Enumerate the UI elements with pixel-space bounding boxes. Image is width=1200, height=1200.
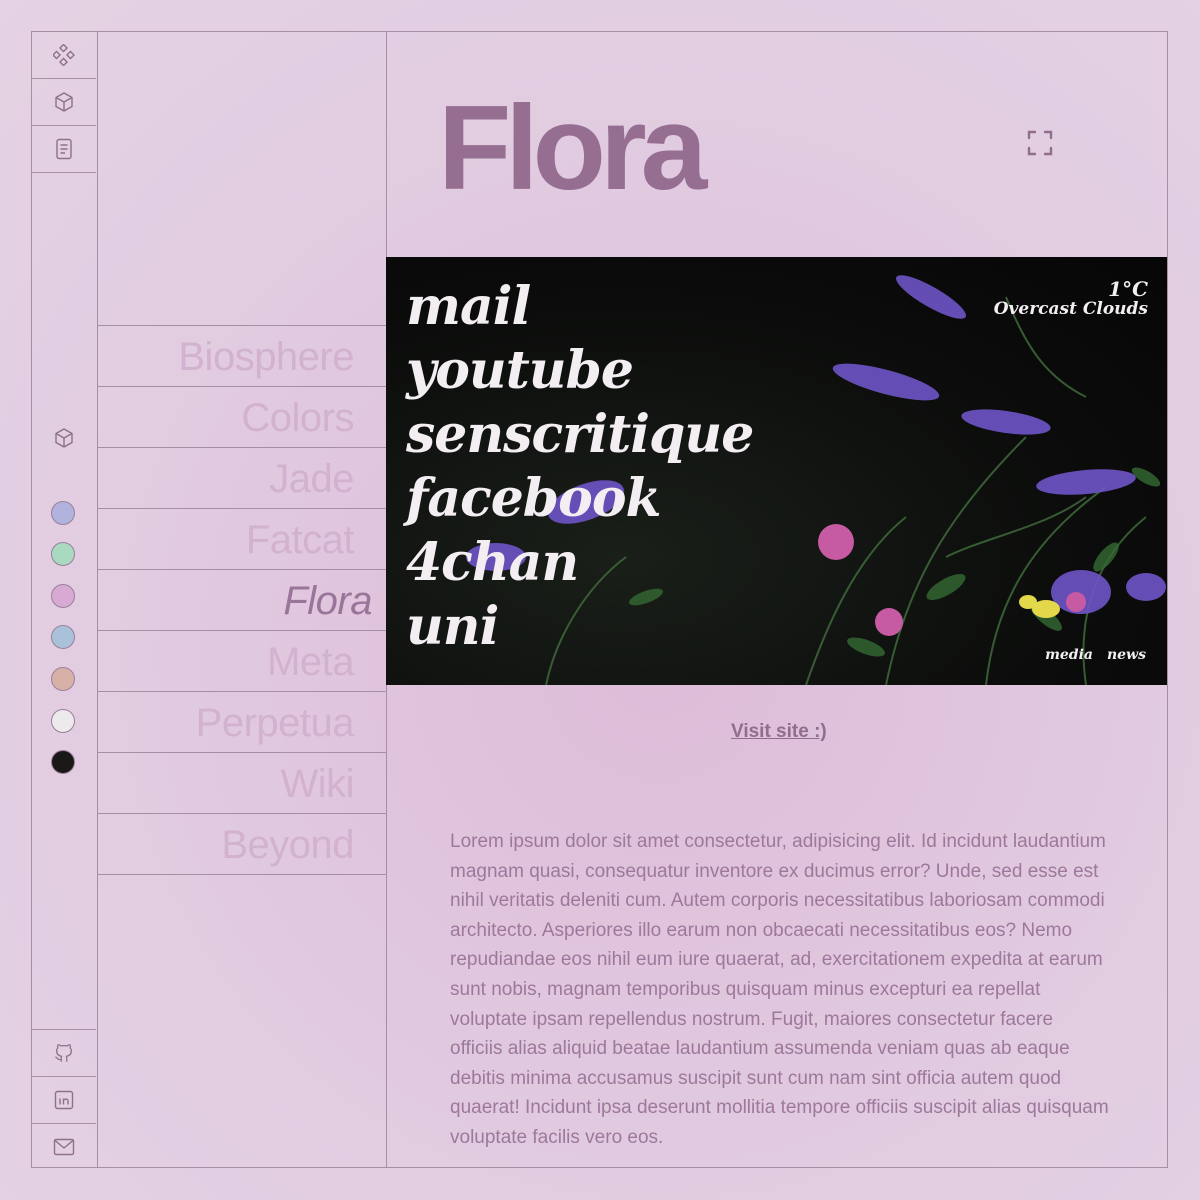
fullscreen-icon[interactable] bbox=[1027, 130, 1053, 161]
app-frame: Biosphere Colors Jade Fatcat Flora Meta Perpet… bbox=[31, 31, 1168, 1168]
document-button[interactable] bbox=[32, 126, 96, 173]
linkedin-button[interactable] bbox=[32, 1076, 96, 1123]
nav-item-beyond[interactable]: Beyond bbox=[97, 813, 386, 875]
preview-link-facebook[interactable]: facebook bbox=[406, 467, 753, 531]
components-icon bbox=[53, 44, 75, 66]
color-swatch[interactable] bbox=[51, 501, 75, 525]
cube-button[interactable] bbox=[32, 79, 96, 126]
preview-link-4chan[interactable]: 4chan bbox=[406, 531, 753, 595]
nav-item-colors[interactable]: Colors bbox=[97, 386, 386, 447]
github-button[interactable] bbox=[32, 1029, 96, 1076]
visit-site-link[interactable]: Visit site :) bbox=[731, 721, 827, 743]
mail-button[interactable] bbox=[32, 1123, 96, 1167]
nav-item-wiki[interactable]: Wiki bbox=[97, 752, 386, 813]
weather-condition: Overcast Clouds bbox=[993, 299, 1148, 319]
nav-item-label: Biosphere bbox=[178, 335, 354, 379]
main-panel: Flora mail youtube senscritique facebook… bbox=[386, 32, 1167, 1167]
nav-list: Biosphere Colors Jade Fatcat Flora Meta Perpet… bbox=[97, 325, 386, 875]
nav-item-label: Flora bbox=[283, 579, 372, 623]
page-title: Flora bbox=[438, 81, 707, 215]
weather-widget: 1°C Overcast Clouds bbox=[994, 277, 1148, 319]
nav-item-label: Colors bbox=[241, 396, 354, 440]
cube-icon bbox=[53, 91, 75, 113]
project-nav: Biosphere Colors Jade Fatcat Flora Meta Perpet… bbox=[97, 32, 387, 1167]
nav-item-perpetua[interactable]: Perpetua bbox=[97, 691, 386, 752]
color-swatch[interactable] bbox=[51, 542, 75, 566]
preview-footer-links: media news bbox=[1045, 647, 1146, 663]
nav-item-meta[interactable]: Meta bbox=[97, 630, 386, 691]
color-swatch[interactable] bbox=[51, 584, 75, 608]
description-text: Lorem ipsum dolor sit amet consectetur, … bbox=[450, 831, 1109, 1148]
components-button[interactable] bbox=[32, 32, 96, 79]
document-icon bbox=[54, 138, 74, 160]
linkedin-icon bbox=[54, 1090, 74, 1110]
nav-item-label: Beyond bbox=[221, 823, 354, 867]
icon-rail bbox=[32, 32, 98, 1167]
nav-item-label: Jade bbox=[269, 457, 354, 501]
preview-link-senscritique[interactable]: senscritique bbox=[406, 403, 754, 467]
media-link[interactable]: media bbox=[1045, 647, 1093, 663]
nav-item-label: Meta bbox=[267, 640, 354, 684]
news-link[interactable]: news bbox=[1107, 647, 1146, 663]
nav-item-fatcat[interactable]: Fatcat bbox=[97, 508, 386, 569]
nav-item-biosphere[interactable]: Biosphere bbox=[97, 325, 386, 386]
nav-item-label: Wiki bbox=[280, 762, 354, 806]
cube-icon[interactable] bbox=[53, 427, 75, 449]
preview-links: mail youtube senscritique facebook 4chan uni bbox=[406, 275, 754, 659]
mail-icon bbox=[53, 1138, 75, 1156]
color-swatch[interactable] bbox=[51, 625, 75, 649]
weather-temperature: 1°C bbox=[1108, 277, 1148, 301]
color-swatch[interactable] bbox=[51, 709, 75, 733]
nav-item-jade[interactable]: Jade bbox=[97, 447, 386, 508]
color-swatch[interactable] bbox=[51, 750, 75, 774]
github-icon bbox=[53, 1042, 75, 1064]
color-swatch[interactable] bbox=[51, 667, 75, 691]
preview-link-youtube[interactable]: youtube bbox=[406, 339, 753, 403]
preview-link-uni[interactable]: uni bbox=[406, 595, 753, 659]
nav-item-label: Fatcat bbox=[245, 518, 355, 562]
nav-item-label: Perpetua bbox=[195, 701, 355, 745]
nav-item-flora[interactable]: Flora bbox=[97, 569, 386, 630]
site-preview[interactable]: mail youtube senscritique facebook 4chan uni … bbox=[386, 257, 1167, 685]
preview-link-mail[interactable]: mail bbox=[406, 275, 753, 339]
